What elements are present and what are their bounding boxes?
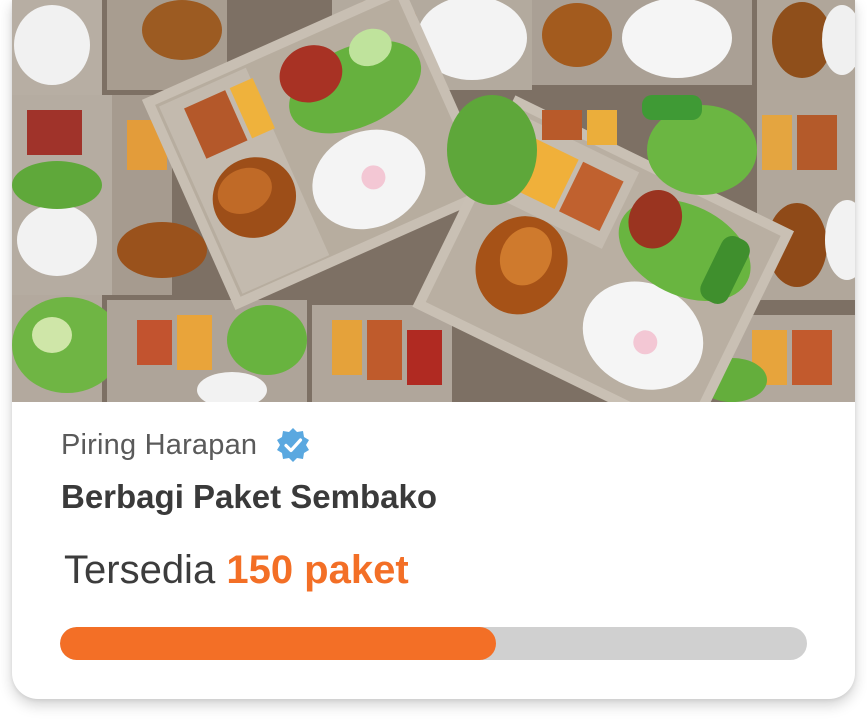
donation-card[interactable]: Piring Harapan Berbagi Paket Sembako Ter…	[12, 0, 855, 699]
availability-amount: 150 paket	[226, 548, 409, 592]
verified-badge-icon	[275, 427, 311, 463]
organizer-name[interactable]: Piring Harapan	[61, 429, 257, 462]
organizer-row: Piring Harapan	[61, 425, 311, 465]
food-box-photo	[12, 0, 855, 402]
progress-fill	[60, 627, 497, 660]
progress-bar	[60, 627, 807, 660]
availability-text: Tersedia 150 paket	[64, 548, 409, 593]
availability-prefix: Tersedia	[64, 548, 216, 592]
campaign-title[interactable]: Berbagi Paket Sembako	[61, 478, 437, 516]
